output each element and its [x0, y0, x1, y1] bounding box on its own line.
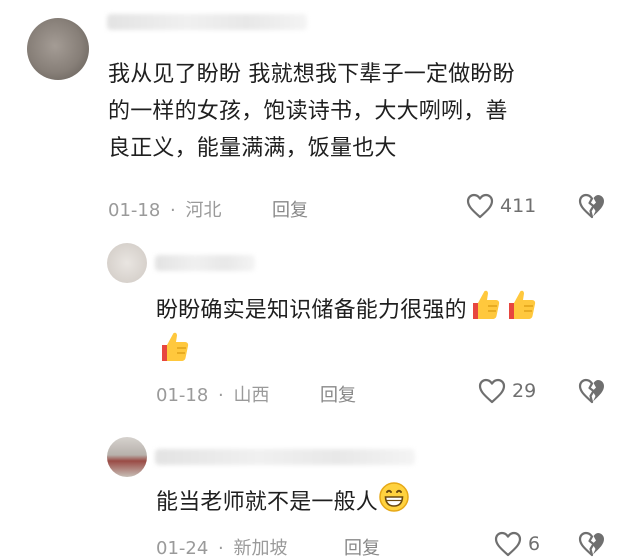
username-blurred[interactable] [107, 14, 307, 30]
reply-meta: 01-24 · 新加坡 [156, 534, 288, 560]
like-button[interactable]: 6 [494, 531, 540, 557]
heart-icon [494, 531, 522, 557]
meta-separator: · [218, 538, 224, 559]
reply-button[interactable]: 回复 [344, 534, 380, 560]
dislike-broken-heart-icon[interactable] [578, 193, 606, 219]
avatar[interactable] [27, 18, 89, 80]
comment-line: 的一样的女孩，饱读诗书，大大咧咧，善 [108, 99, 508, 124]
like-button[interactable]: 29 [478, 378, 536, 404]
avatar[interactable] [107, 437, 147, 477]
meta-separator: · [170, 200, 176, 221]
reply-text-content: 能当老师就不是一般人 [156, 490, 379, 515]
reply-date: 01-18 [156, 385, 209, 406]
reply-meta: 01-18 · 山西 [156, 381, 270, 407]
reply-button[interactable]: 回复 [272, 196, 308, 222]
comment-line: 我从见了盼盼 我就想我下辈子一定做盼盼 [108, 62, 515, 87]
like-button[interactable]: 411 [466, 193, 536, 219]
reply-text: 能当老师就不是一般人 [156, 481, 616, 525]
dislike-broken-heart-icon[interactable] [578, 531, 606, 557]
reply-location: 新加坡 [233, 538, 288, 559]
heart-icon [466, 193, 494, 219]
avatar[interactable] [107, 243, 147, 283]
reply-location: 山西 [233, 385, 270, 406]
dislike-broken-heart-icon[interactable] [578, 378, 606, 404]
like-count: 411 [500, 195, 537, 217]
reply-button[interactable]: 回复 [320, 381, 356, 407]
comment-meta: 01-18 · 河北 [108, 196, 222, 222]
comment-location: 河北 [185, 200, 222, 221]
thumbs-up-emoji-icon [503, 288, 539, 334]
heart-icon [478, 378, 506, 404]
username-blurred[interactable] [155, 255, 255, 271]
username-blurred[interactable] [155, 449, 415, 465]
comment-text: 我从见了盼盼 我就想我下辈子一定做盼盼 的一样的女孩，饱读诗书，大大咧咧，善 良… [108, 56, 628, 167]
reply-date: 01-24 [156, 538, 209, 559]
thumbs-up-emoji-icon [156, 330, 192, 368]
thumbs-up-emoji-icon [467, 288, 503, 334]
reply-text-content: 盼盼确实是知识储备能力很强的 [156, 298, 467, 323]
reply-text: 盼盼确实是知识储备能力很强的 [156, 288, 616, 334]
grinning-face-emoji-icon [378, 481, 410, 525]
comment-line: 良正义，能量满满，饭量也大 [108, 136, 397, 161]
like-count: 6 [528, 533, 541, 555]
meta-separator: · [218, 385, 224, 406]
like-count: 29 [512, 380, 537, 402]
comment-date: 01-18 [108, 200, 161, 221]
